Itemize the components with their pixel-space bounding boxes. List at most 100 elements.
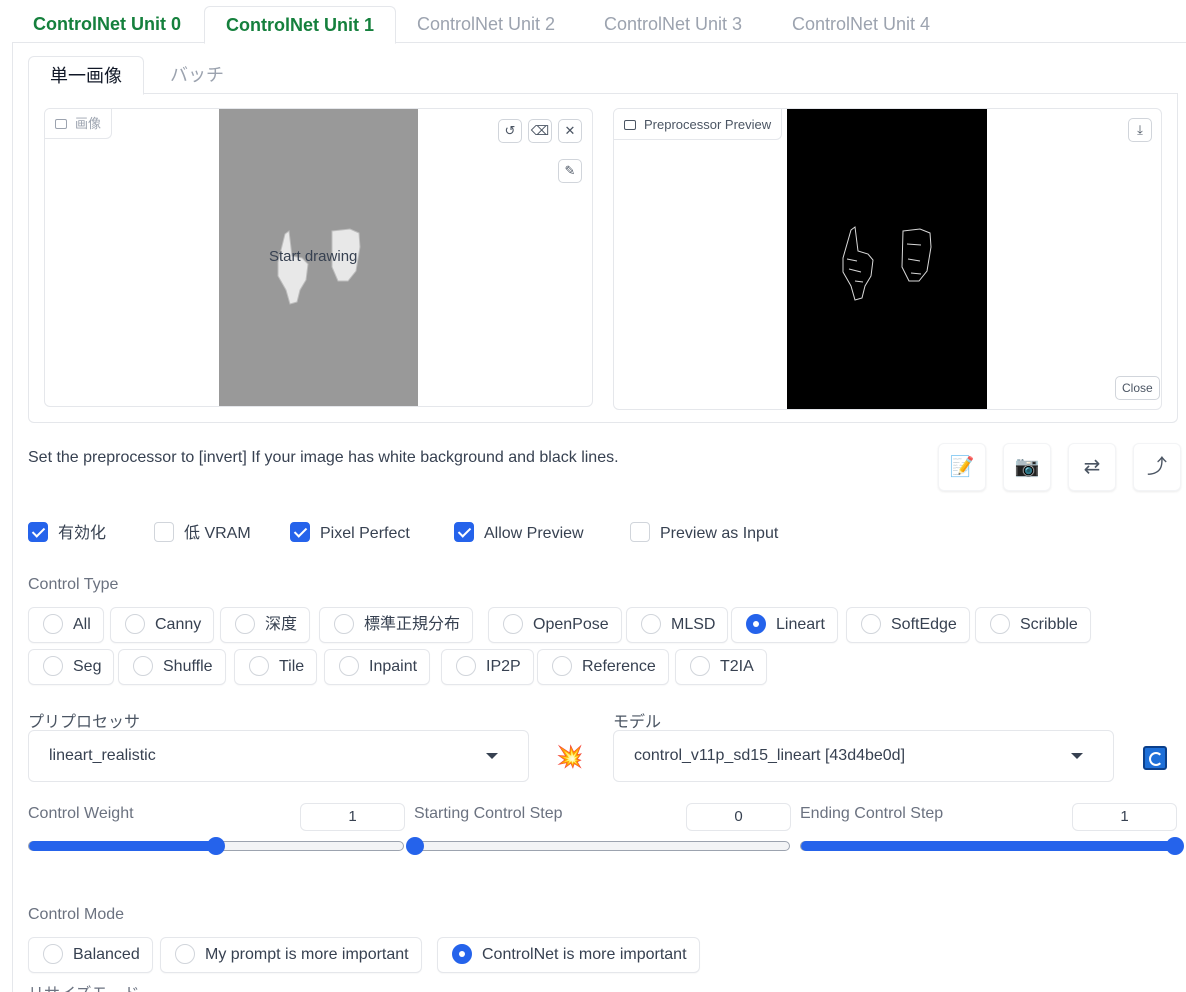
close-icon[interactable]: ✕ <box>558 119 582 143</box>
control-mode-balanced[interactable]: Balanced <box>28 937 153 973</box>
checkbox-box[interactable] <box>154 522 174 542</box>
control-type-depth[interactable]: 深度 <box>220 607 311 643</box>
radio-dot[interactable] <box>43 656 63 676</box>
control-weight-slider[interactable] <box>28 837 404 855</box>
control-type-normal-map[interactable]: 標準正規分布 <box>319 607 474 643</box>
control-type-scribble[interactable]: Scribble <box>975 607 1091 643</box>
tab-controlnet-unit-0[interactable]: ControlNet Unit 0 <box>12 6 202 43</box>
eraser-icon[interactable]: ⌫ <box>528 119 552 143</box>
control-type-label: Control Type <box>28 576 119 593</box>
camera-icon[interactable]: 📷 <box>1003 443 1051 491</box>
radio-dot[interactable] <box>641 614 661 634</box>
control-type-canny[interactable]: Canny <box>110 607 215 643</box>
radio-label: T2IA <box>720 658 754 675</box>
slider-thumb[interactable] <box>1166 837 1184 855</box>
resize-mode-label: リサイズモード <box>28 980 140 992</box>
radio-dot[interactable] <box>334 614 354 634</box>
control-type-tile[interactable]: Tile <box>234 649 318 685</box>
download-icon[interactable]: ⤓ <box>1128 118 1152 142</box>
tab-batch[interactable]: バッチ <box>149 56 245 95</box>
radio-label: 深度 <box>265 616 298 633</box>
radio-label: My prompt is more important <box>205 946 409 963</box>
control-type-all[interactable]: All <box>28 607 104 643</box>
radio-dot[interactable] <box>503 614 523 634</box>
control-type-seg[interactable]: Seg <box>28 649 115 685</box>
radio-dot[interactable] <box>43 944 63 964</box>
preview-close-button[interactable]: Close <box>1115 376 1160 400</box>
starting-step-input[interactable]: 0 <box>686 803 791 831</box>
notepad-icon[interactable]: 📝 <box>938 443 986 491</box>
slider-thumb[interactable] <box>406 837 424 855</box>
refresh-models-icon[interactable] <box>1143 746 1167 770</box>
radio-dot[interactable] <box>125 614 145 634</box>
radio-dot[interactable] <box>746 614 766 634</box>
preview-as-input-checkbox[interactable]: Preview as Input <box>630 522 778 546</box>
control-mode-controlnet-important[interactable]: ControlNet is more important <box>437 937 700 973</box>
control-mode-prompt-important[interactable]: My prompt is more important <box>160 937 422 973</box>
radio-dot[interactable] <box>990 614 1010 634</box>
swap-arrows-icon[interactable]: ⇄ <box>1068 443 1116 491</box>
image-icon <box>624 120 636 130</box>
tab-controlnet-unit-3[interactable]: ControlNet Unit 3 <box>583 6 763 43</box>
starting-step-label: Starting Control Step <box>414 805 563 822</box>
send-dimensions-icon[interactable]: ⤴ <box>1133 443 1181 491</box>
image-mode-tabs: 単一画像 バッチ <box>28 56 1178 95</box>
start-drawing-text: Start drawing <box>269 248 358 265</box>
radio-dot[interactable] <box>861 614 881 634</box>
preview-canvas <box>787 109 987 409</box>
radio-dot[interactable] <box>452 944 472 964</box>
radio-dot[interactable] <box>43 614 63 634</box>
radio-label: Balanced <box>73 946 140 963</box>
radio-label: Shuffle <box>163 658 213 675</box>
model-dropdown[interactable]: control_v11p_sd15_lineart [43d4be0d] <box>613 730 1114 782</box>
control-type-reference[interactable]: Reference <box>537 649 669 685</box>
ending-step-input[interactable]: 1 <box>1072 803 1177 831</box>
control-type-shuffle[interactable]: Shuffle <box>118 649 226 685</box>
input-image-box[interactable]: 画像 Start drawing ↺ ⌫ ✕ ✎ <box>44 108 593 407</box>
checkbox-label: Preview as Input <box>660 525 779 542</box>
starting-step-slider[interactable] <box>406 837 790 855</box>
control-type-softedge[interactable]: SoftEdge <box>846 607 970 643</box>
radio-dot[interactable] <box>552 656 572 676</box>
enable-checkbox[interactable]: 有効化 <box>28 522 106 546</box>
slider-fill <box>29 841 216 851</box>
ending-step-slider[interactable] <box>800 837 1184 855</box>
radio-label: Seg <box>73 658 102 675</box>
tab-controlnet-unit-4[interactable]: ControlNet Unit 4 <box>771 6 951 43</box>
brush-icon[interactable]: ✎ <box>558 159 582 183</box>
control-weight-input[interactable]: 1 <box>300 803 405 831</box>
run-preprocessor-icon[interactable]: 💥 <box>548 735 592 779</box>
model-value: control_v11p_sd15_lineart [43d4be0d] <box>634 747 906 764</box>
radio-dot[interactable] <box>133 656 153 676</box>
checkbox-box[interactable] <box>28 522 48 542</box>
control-type-ip2p[interactable]: IP2P <box>441 649 534 685</box>
chevron-down-icon <box>1071 753 1083 759</box>
checkbox-box[interactable] <box>290 522 310 542</box>
rotate-icon[interactable]: ↺ <box>498 119 522 143</box>
radio-label: Inpaint <box>369 658 418 675</box>
radio-dot[interactable] <box>690 656 710 676</box>
control-type-t2ia[interactable]: T2IA <box>675 649 767 685</box>
radio-dot[interactable] <box>175 944 195 964</box>
slider-thumb[interactable] <box>207 837 225 855</box>
invert-hint-text: Set the preprocessor to [invert] If your… <box>28 449 619 466</box>
tab-controlnet-unit-1[interactable]: ControlNet Unit 1 <box>204 6 396 44</box>
allow-preview-checkbox[interactable]: Allow Preview <box>454 522 584 546</box>
pixel-perfect-checkbox[interactable]: Pixel Perfect <box>290 522 410 546</box>
radio-dot[interactable] <box>456 656 476 676</box>
preprocessor-dropdown[interactable]: lineart_realistic <box>28 730 529 782</box>
radio-dot[interactable] <box>235 614 255 634</box>
control-type-inpaint[interactable]: Inpaint <box>324 649 431 685</box>
tab-controlnet-unit-2[interactable]: ControlNet Unit 2 <box>396 6 576 43</box>
control-weight-label: Control Weight <box>28 805 134 822</box>
checkbox-box[interactable] <box>630 522 650 542</box>
checkbox-box[interactable] <box>454 522 474 542</box>
control-type-openpose[interactable]: OpenPose <box>488 607 622 643</box>
low-vram-checkbox[interactable]: 低 VRAM <box>154 522 251 546</box>
control-type-mlsd[interactable]: MLSD <box>626 607 729 643</box>
radio-dot[interactable] <box>249 656 269 676</box>
control-type-lineart[interactable]: Lineart <box>731 607 838 643</box>
radio-dot[interactable] <box>339 656 359 676</box>
radio-label: SoftEdge <box>891 616 957 633</box>
tab-single-image[interactable]: 単一画像 <box>28 56 144 95</box>
